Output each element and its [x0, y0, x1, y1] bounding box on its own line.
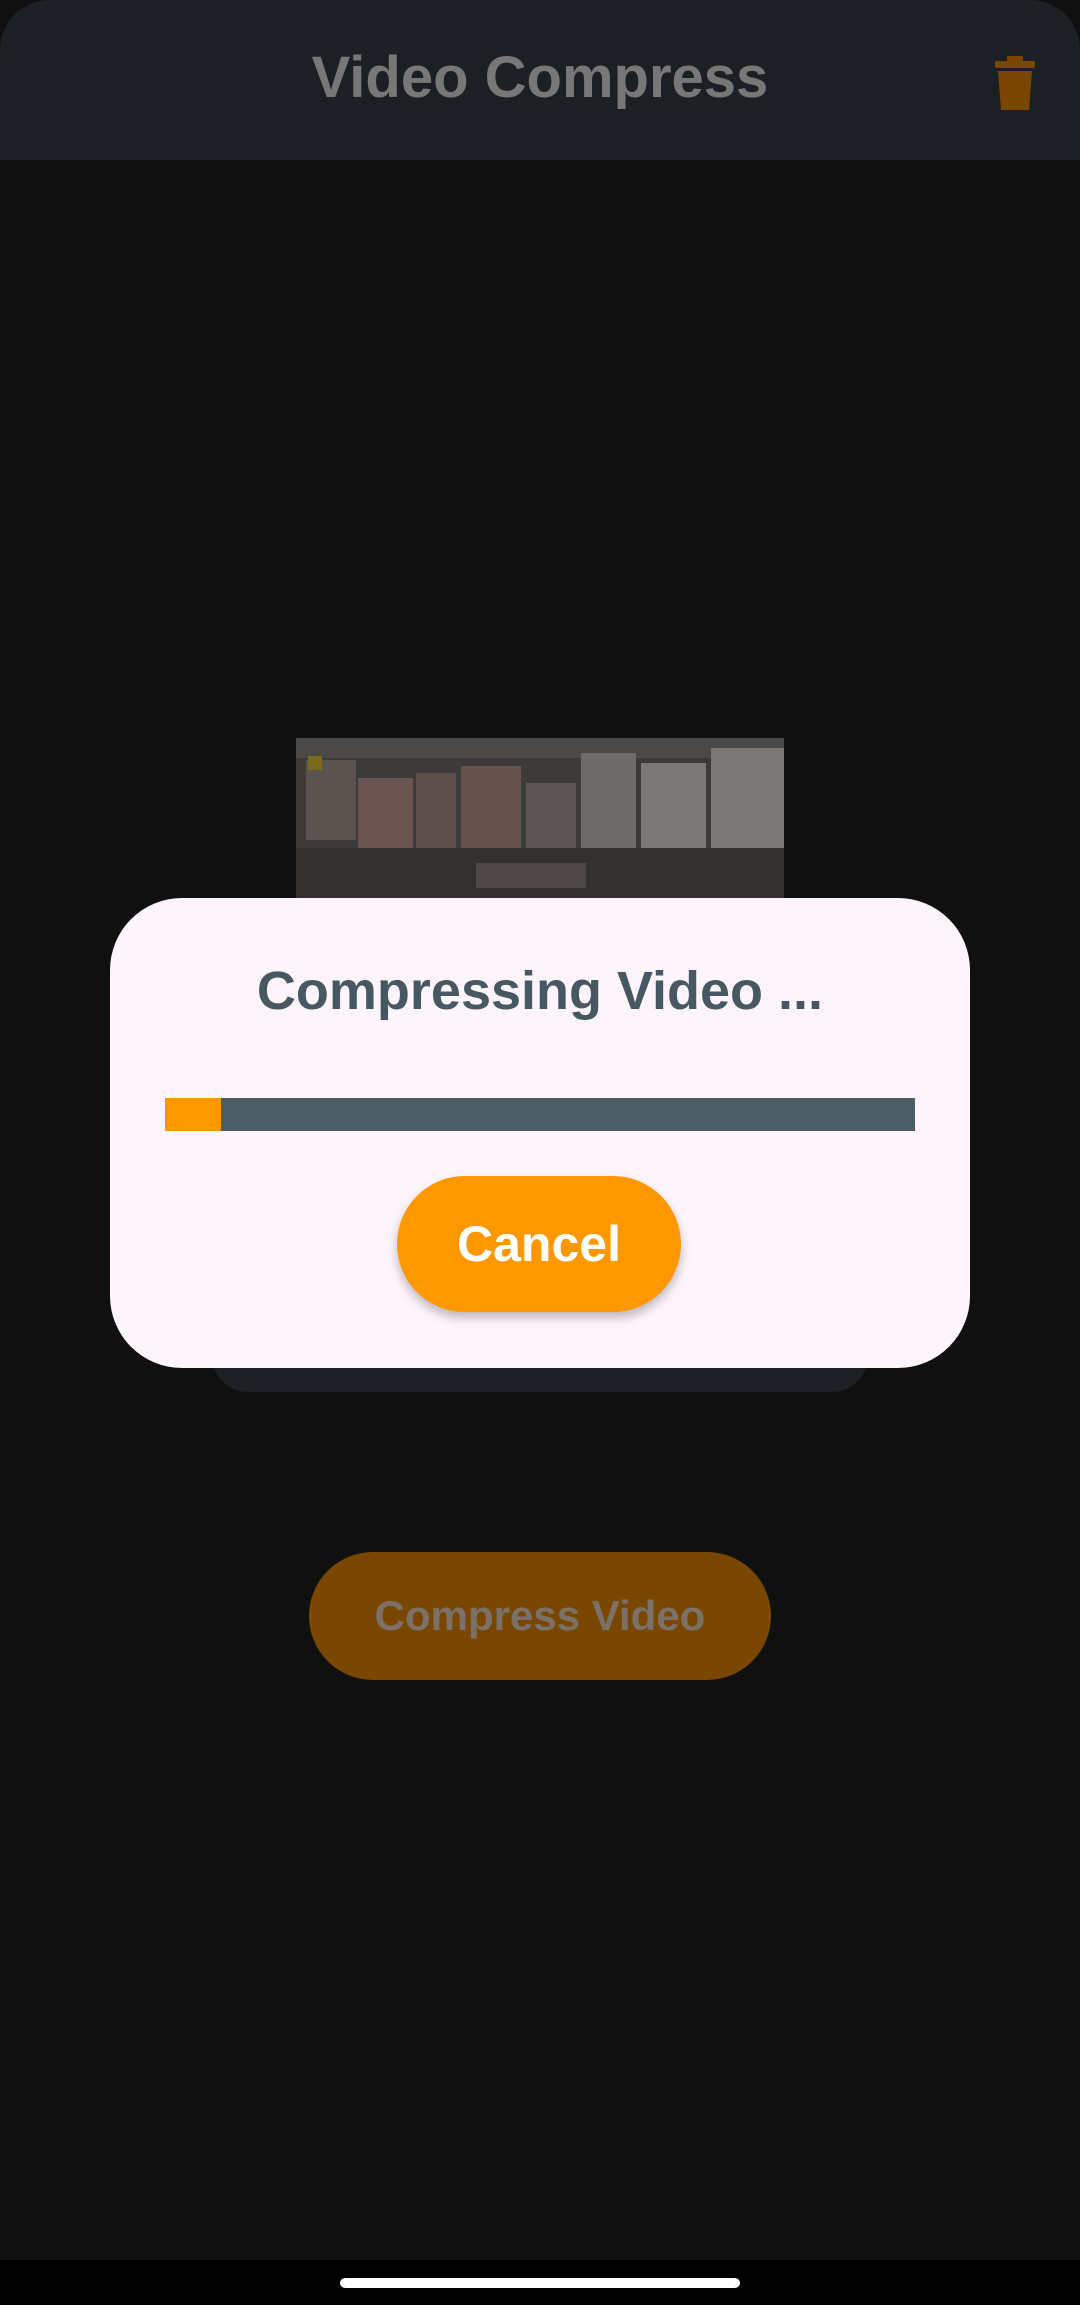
progress-bar: [165, 1098, 915, 1131]
compress-progress-dialog: Compressing Video ... Cancel: [110, 898, 970, 1368]
app-title: Video Compress: [311, 45, 769, 110]
cancel-button[interactable]: Cancel: [397, 1176, 681, 1312]
app-bar: Video Compress: [0, 0, 1080, 160]
trash-icon[interactable]: [994, 56, 1036, 110]
progress-fill: [165, 1098, 222, 1131]
system-nav-bar: [0, 2260, 1080, 2305]
home-indicator[interactable]: [340, 2278, 740, 2288]
dialog-title: Compressing Video ...: [256, 961, 824, 1021]
compress-video-button[interactable]: Compress Video: [309, 1552, 771, 1680]
video-thumbnail[interactable]: [296, 738, 784, 900]
